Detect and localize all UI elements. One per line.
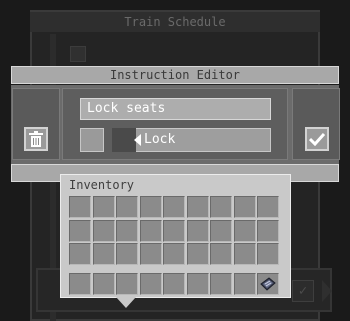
instruction-text-input[interactable]: Lock seats <box>80 98 271 120</box>
inventory-title: Inventory <box>69 178 135 192</box>
inventory-slot[interactable] <box>163 243 185 265</box>
hotbar-slot[interactable] <box>69 273 91 295</box>
inventory-slot[interactable] <box>234 243 256 265</box>
inventory-slot[interactable] <box>234 196 256 218</box>
trash-icon <box>29 131 43 147</box>
schedule-entry-icon <box>70 46 86 62</box>
inventory-slot[interactable] <box>116 220 138 242</box>
inventory-slot[interactable] <box>93 196 115 218</box>
inventory-slot[interactable] <box>69 196 91 218</box>
inventory-slot[interactable] <box>93 243 115 265</box>
hotbar-slot[interactable] <box>234 273 256 295</box>
confirm-instruction-button[interactable] <box>305 127 329 151</box>
dropdown-indicator <box>112 128 136 152</box>
inventory-slot[interactable] <box>187 243 209 265</box>
schedule-item-icon <box>260 277 276 291</box>
inventory-slot[interactable] <box>93 220 115 242</box>
inventory-slot[interactable] <box>257 220 279 242</box>
inventory-slot[interactable] <box>140 220 162 242</box>
hotbar-slot[interactable] <box>257 273 279 295</box>
inventory-slot[interactable] <box>116 243 138 265</box>
delete-instruction-button[interactable] <box>24 127 48 151</box>
train-schedule-title: Train Schedule <box>30 12 320 32</box>
inventory-slot[interactable] <box>140 196 162 218</box>
hotbar-slot[interactable] <box>163 273 185 295</box>
hotbar-slot[interactable] <box>187 273 209 295</box>
inventory-pointer <box>116 297 136 308</box>
inventory-slot[interactable] <box>69 243 91 265</box>
inventory-slot[interactable] <box>140 243 162 265</box>
inventory-slot[interactable] <box>116 196 138 218</box>
filter-item-slot[interactable] <box>80 128 104 152</box>
schedule-confirm-button: ✓ <box>292 280 314 302</box>
inventory-slot[interactable] <box>187 196 209 218</box>
hotbar-slot[interactable] <box>116 273 138 295</box>
inventory-slot[interactable] <box>187 220 209 242</box>
instruction-editor-title: Instruction Editor <box>11 66 339 84</box>
inventory-slot[interactable] <box>234 220 256 242</box>
inventory-slot[interactable] <box>163 196 185 218</box>
hotbar-slot[interactable] <box>93 273 115 295</box>
hotbar-slot[interactable] <box>210 273 232 295</box>
inventory-slot[interactable] <box>210 196 232 218</box>
action-dropdown-label: Lock <box>144 132 176 147</box>
check-icon <box>309 132 325 146</box>
inventory-slot[interactable] <box>210 243 232 265</box>
inventory-slot[interactable] <box>210 220 232 242</box>
inventory-slot[interactable] <box>257 243 279 265</box>
inventory-slot[interactable] <box>257 196 279 218</box>
hotbar-slot[interactable] <box>140 273 162 295</box>
arrow-left-icon <box>134 134 141 146</box>
schedule-next-arrow-icon <box>322 280 332 302</box>
inventory-slot[interactable] <box>163 220 185 242</box>
inventory-slot[interactable] <box>69 220 91 242</box>
